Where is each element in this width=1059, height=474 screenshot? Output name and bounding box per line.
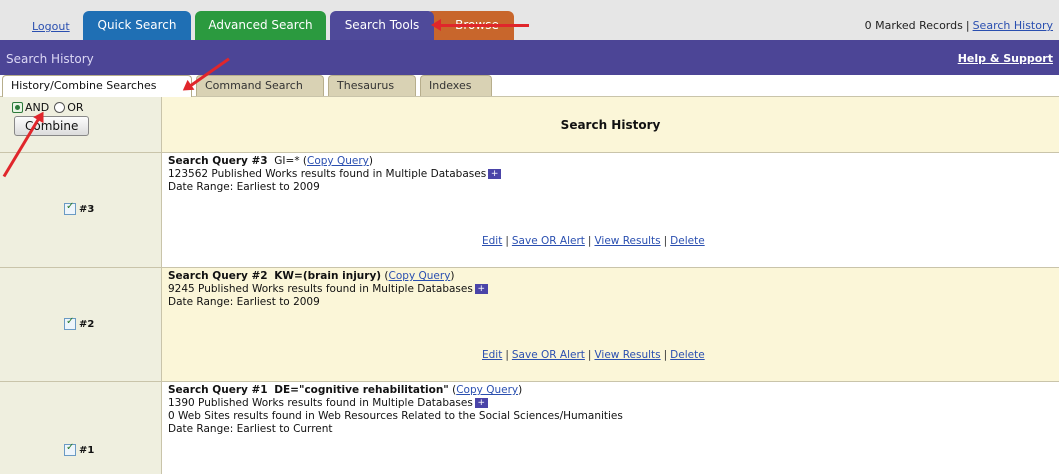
or-label: OR — [67, 101, 84, 114]
history-header-title: Search History — [560, 118, 661, 132]
logout-link[interactable]: Logout — [32, 20, 70, 33]
result-line: 0 Web Sites results found in Web Resourc… — [168, 410, 623, 422]
date-range: Date Range: Earliest to 2009 — [168, 181, 320, 193]
tab-search-tools[interactable]: Search Tools — [330, 11, 434, 40]
edit-link[interactable]: Edit — [482, 349, 502, 361]
query-label: Search Query #3 — [168, 155, 268, 167]
section-title: Search History — [6, 52, 94, 66]
tab-advanced-search[interactable]: Advanced Search — [195, 11, 326, 40]
marked-records-count: 0 Marked Records — [864, 19, 963, 32]
copy-query-link[interactable]: Copy Query — [389, 270, 451, 282]
combine-button[interactable]: Combine — [14, 116, 90, 136]
marked-records-area: 0 Marked Records | Search History — [864, 19, 1053, 32]
result-line: 9245 Published Works results found in Mu… — [168, 283, 473, 295]
query-checkbox[interactable] — [64, 201, 76, 215]
date-range: Date Range: Earliest to Current — [168, 423, 333, 435]
expand-plus-icon[interactable]: + — [488, 169, 502, 179]
annotation-arrow-icon — [431, 19, 529, 31]
query-expression: KW=(brain injury) — [274, 270, 382, 282]
query-label: Search Query #2 — [168, 270, 268, 282]
save-alert-link[interactable]: Save OR Alert — [512, 235, 585, 247]
query-cell: Search Query #2 KW=(brain injury) (Copy … — [162, 268, 1059, 381]
help-support-link[interactable]: Help & Support — [958, 52, 1053, 65]
query-actions: Edit | Save OR Alert | View Results | Delete — [482, 235, 705, 247]
subtab-thesaurus[interactable]: Thesaurus — [328, 75, 416, 96]
history-header-cell: Search History — [162, 97, 1059, 152]
table-header-row: AND OR Combine Search History — [0, 96, 1059, 152]
table-row: #3 Search Query #3 GI=* (Copy Query) 123… — [0, 152, 1059, 267]
query-expression: GI=* — [274, 155, 300, 167]
and-radio[interactable] — [12, 102, 23, 113]
boolean-operator-group: AND OR — [12, 101, 89, 114]
subtab-command-search[interactable]: Command Search — [196, 75, 324, 96]
copy-query-link[interactable]: Copy Query — [456, 384, 518, 396]
select-cell: #1 — [0, 382, 162, 474]
query-cell: Search Query #3 GI=* (Copy Query) 123562… — [162, 153, 1059, 267]
delete-link[interactable]: Delete — [670, 235, 705, 247]
query-number: #2 — [79, 318, 95, 330]
query-checkbox[interactable] — [64, 442, 76, 456]
copy-query-link[interactable]: Copy Query — [307, 155, 369, 167]
query-number: #3 — [79, 203, 95, 215]
table-row: #1 Search Query #1 DE="cognitive rehabil… — [0, 381, 1059, 474]
edit-link[interactable]: Edit — [482, 235, 502, 247]
result-line: 1390 Published Works results found in Mu… — [168, 397, 473, 409]
result-line: 123562 Published Works results found in … — [168, 168, 487, 180]
expand-plus-icon[interactable]: + — [474, 398, 488, 408]
date-range: Date Range: Earliest to 2009 — [168, 296, 320, 308]
tab-quick-search[interactable]: Quick Search — [83, 11, 191, 40]
view-results-link[interactable]: View Results — [594, 349, 660, 361]
query-expression: DE="cognitive rehabilitation" — [274, 384, 449, 396]
query-checkbox[interactable] — [64, 316, 76, 330]
select-cell: #3 — [0, 153, 162, 267]
query-actions: Edit | Save OR Alert | View Results | Delete — [482, 349, 705, 361]
delete-link[interactable]: Delete — [670, 349, 705, 361]
or-radio[interactable] — [54, 102, 66, 113]
top-navigation: Logout Quick Search Advanced Search Brow… — [0, 0, 1059, 40]
query-number: #1 — [79, 444, 95, 456]
view-results-link[interactable]: View Results — [594, 235, 660, 247]
query-cell: Search Query #1 DE="cognitive rehabilita… — [162, 382, 1059, 474]
subtab-history-combine[interactable]: History/Combine Searches — [2, 75, 192, 97]
table-row: #2 Search Query #2 KW=(brain injury) (Co… — [0, 267, 1059, 381]
section-header-band: Search History Help & Support — [0, 40, 1059, 75]
save-alert-link[interactable]: Save OR Alert — [512, 349, 585, 361]
query-label: Search Query #1 — [168, 384, 268, 396]
select-cell: #2 — [0, 268, 162, 381]
search-history-link[interactable]: Search History — [973, 19, 1053, 32]
expand-plus-icon[interactable]: + — [474, 284, 488, 294]
subtab-indexes[interactable]: Indexes — [420, 75, 492, 96]
